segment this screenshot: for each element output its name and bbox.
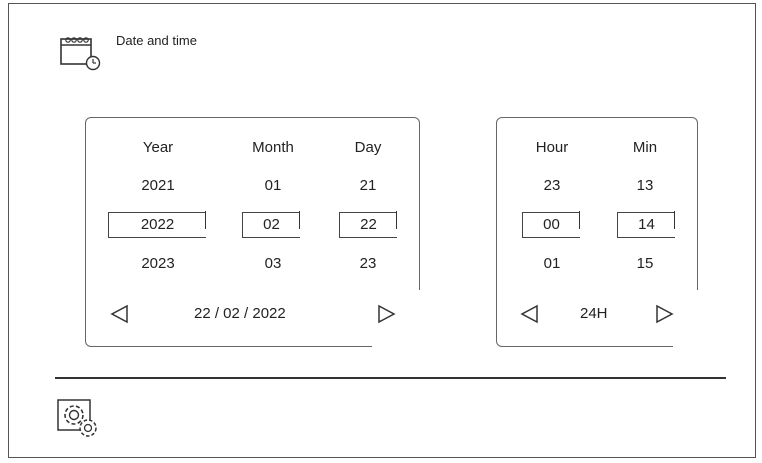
day-next[interactable]: 23 xyxy=(333,254,403,274)
min-next[interactable]: 15 xyxy=(610,254,680,274)
month-next[interactable]: 03 xyxy=(238,254,308,274)
time-right-arrow-icon[interactable] xyxy=(652,302,676,326)
date-time-screen: Date and time Year 2021 2023 2022 Month … xyxy=(0,0,762,463)
min-prev[interactable]: 13 xyxy=(610,176,680,196)
date-right-arrow-icon[interactable] xyxy=(374,302,398,326)
hour-label: Hour xyxy=(535,139,569,156)
hour-selected[interactable]: 00 xyxy=(522,211,580,238)
min-selected[interactable]: 14 xyxy=(617,211,675,238)
year-selected[interactable]: 2022 xyxy=(108,211,206,238)
day-selected[interactable]: 22 xyxy=(339,211,397,238)
year-prev[interactable]: 2021 xyxy=(123,176,193,196)
time-format: 24H xyxy=(580,305,608,322)
min-label: Min xyxy=(632,139,658,156)
day-label: Day xyxy=(354,139,382,156)
time-panel-notch xyxy=(673,290,703,350)
footer-divider xyxy=(55,377,726,379)
settings-gear-icon[interactable] xyxy=(55,397,103,441)
hour-next[interactable]: 01 xyxy=(517,254,587,274)
page-title: Date and time xyxy=(116,33,197,48)
month-label: Month xyxy=(252,139,294,156)
year-label: Year xyxy=(142,139,174,156)
date-display: 22 / 02 / 2022 xyxy=(194,305,286,322)
month-prev[interactable]: 01 xyxy=(238,176,308,196)
time-left-arrow-icon[interactable] xyxy=(518,302,542,326)
date-left-arrow-icon[interactable] xyxy=(108,302,132,326)
calendar-clock-icon xyxy=(55,33,101,71)
hour-prev[interactable]: 23 xyxy=(517,176,587,196)
day-prev[interactable]: 21 xyxy=(333,176,403,196)
year-next[interactable]: 2023 xyxy=(123,254,193,274)
month-selected[interactable]: 02 xyxy=(242,211,300,238)
